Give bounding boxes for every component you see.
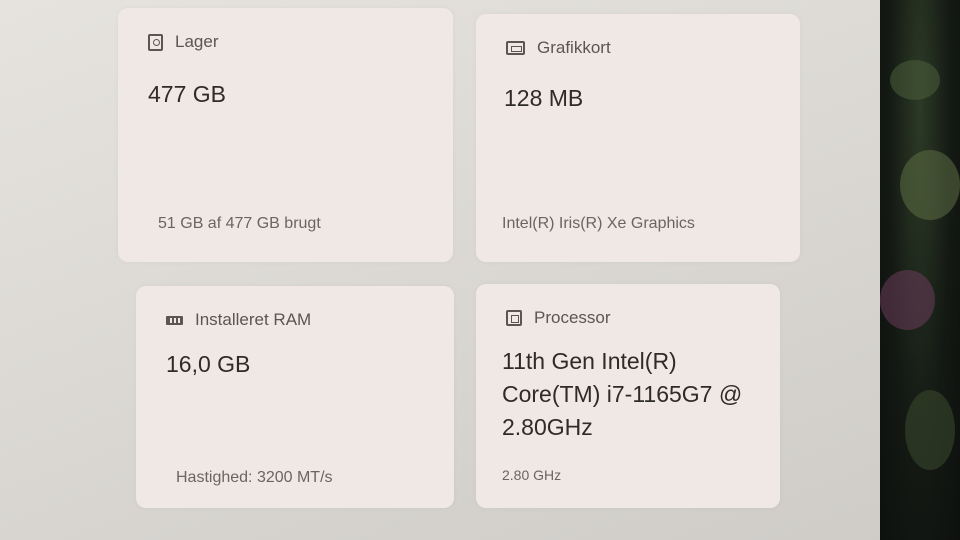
ram-total-value: 16,0 GB [166,351,251,377]
graphics-card-icon [506,41,525,55]
processor-card-header: Processor [506,308,611,328]
ram-speed-text: Hastighed: 3200 MT/s [176,469,333,486]
graphics-memory-value: 128 MB [504,85,584,111]
ram-card-title: Installeret RAM [195,310,312,329]
processor-model-line: 11th Gen Intel(R) [502,348,677,374]
storage-card-header: Lager [148,32,218,52]
graphics-card-title: Grafikkort [537,38,611,57]
graphics-card-card: Grafikkort 128 MB Intel(R) Iris(R) Xe Gr… [476,14,800,262]
storage-card-title: Lager [175,32,219,51]
processor-model-line: Core(TM) i7-1165G7 @ [502,381,743,407]
background-plants [880,0,960,540]
ram-card: Installeret RAM 16,0 GB Hastighed: 3200 … [136,286,454,508]
settings-screen: Lager 477 GB 51 GB af 477 GB brugt Grafi… [0,0,905,540]
graphics-card-header: Grafikkort [506,38,611,58]
storage-total-value: 477 GB [148,81,226,107]
processor-model-line: 2.80GHz [502,414,593,440]
graphics-adapter-name: Intel(R) Iris(R) Xe Graphics [502,215,695,232]
storage-drive-icon [148,33,163,51]
storage-usage-text: 51 GB af 477 GB brugt [158,215,321,232]
storage-card: Lager 477 GB 51 GB af 477 GB brugt [118,8,453,262]
processor-speed-text: 2.80 GHz [502,467,562,483]
ram-card-header: Installeret RAM [166,310,311,330]
processor-model-value: 11th Gen Intel(R) Core(TM) i7-1165G7 @ 2… [502,345,742,444]
processor-chip-icon [506,310,522,326]
processor-card-title: Processor [534,308,611,327]
ram-module-icon [166,315,183,325]
processor-card: Processor 11th Gen Intel(R) Core(TM) i7-… [476,284,780,508]
